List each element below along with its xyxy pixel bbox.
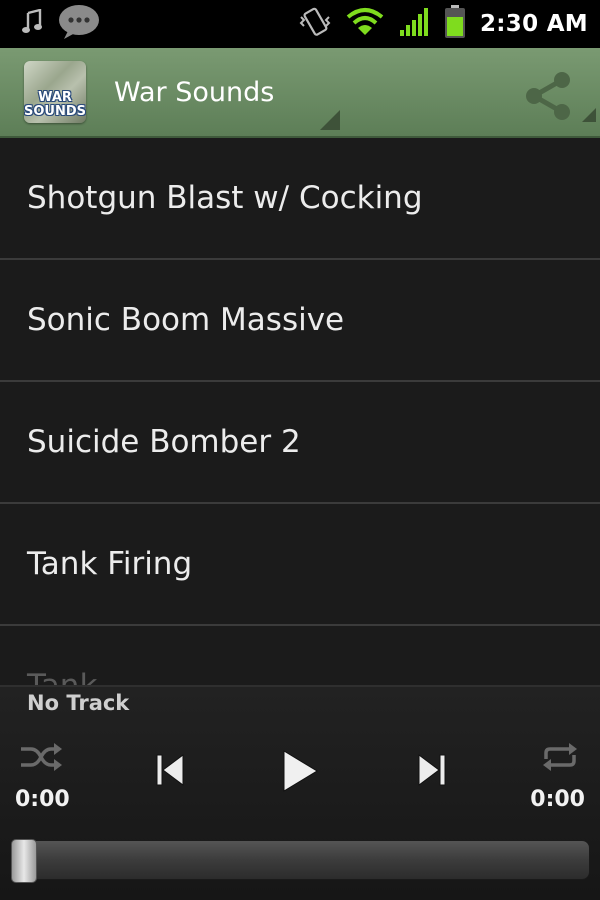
music-note-icon [22, 8, 44, 39]
play-button[interactable] [275, 747, 325, 795]
play-icon [283, 750, 318, 792]
elapsed-time: 0:00 [15, 787, 70, 812]
shuffle-icon [21, 743, 62, 771]
app-icon[interactable]: WAR SOUNDS [24, 61, 86, 123]
repeat-button[interactable] [538, 739, 582, 775]
list-item[interactable]: Suicide Bomber 2 [0, 382, 600, 504]
title-dropdown-indicator-icon [320, 110, 340, 130]
share-button[interactable] [520, 68, 578, 124]
seek-bar[interactable] [10, 839, 590, 883]
app-title[interactable]: War Sounds [114, 77, 274, 108]
list-item-label: Suicide Bomber 2 [27, 424, 301, 460]
list-item-label: Tank [27, 668, 97, 685]
vibrate-icon [298, 7, 332, 41]
signal-icon [398, 6, 430, 42]
list-item-label: Tank Firing [27, 546, 193, 582]
previous-icon [156, 754, 184, 786]
chat-icon [58, 4, 100, 44]
previous-button[interactable] [150, 750, 190, 790]
repeat-icon [543, 743, 577, 771]
seek-thumb[interactable] [11, 839, 37, 883]
track-name: No Track [27, 691, 130, 715]
share-icon [526, 72, 570, 120]
list-item[interactable]: Shotgun Blast w/ Cocking [0, 138, 600, 260]
next-icon [418, 754, 446, 786]
action-bar: WAR SOUNDS War Sounds [0, 48, 600, 138]
wifi-icon [346, 7, 384, 41]
share-dropdown-indicator-icon [582, 108, 596, 122]
list-item-label: Shotgun Blast w/ Cocking [27, 180, 423, 216]
list-item[interactable]: Sonic Boom Massive [0, 260, 600, 382]
next-button[interactable] [412, 750, 452, 790]
player-panel: No Track 0:00 0:00 [0, 685, 600, 900]
total-time: 0:00 [530, 787, 585, 812]
list-item-label: Sonic Boom Massive [27, 302, 345, 338]
list-item[interactable]: Tank [0, 626, 600, 685]
app-icon-label: WAR SOUNDS [24, 90, 86, 119]
battery-icon [444, 5, 466, 43]
status-bar: 2:30 AM [0, 0, 600, 48]
shuffle-button[interactable] [18, 739, 64, 775]
sound-list[interactable]: Shotgun Blast w/ Cocking Sonic Boom Mass… [0, 138, 600, 685]
status-time: 2:30 AM [479, 11, 588, 37]
list-item[interactable]: Tank Firing [0, 504, 600, 626]
